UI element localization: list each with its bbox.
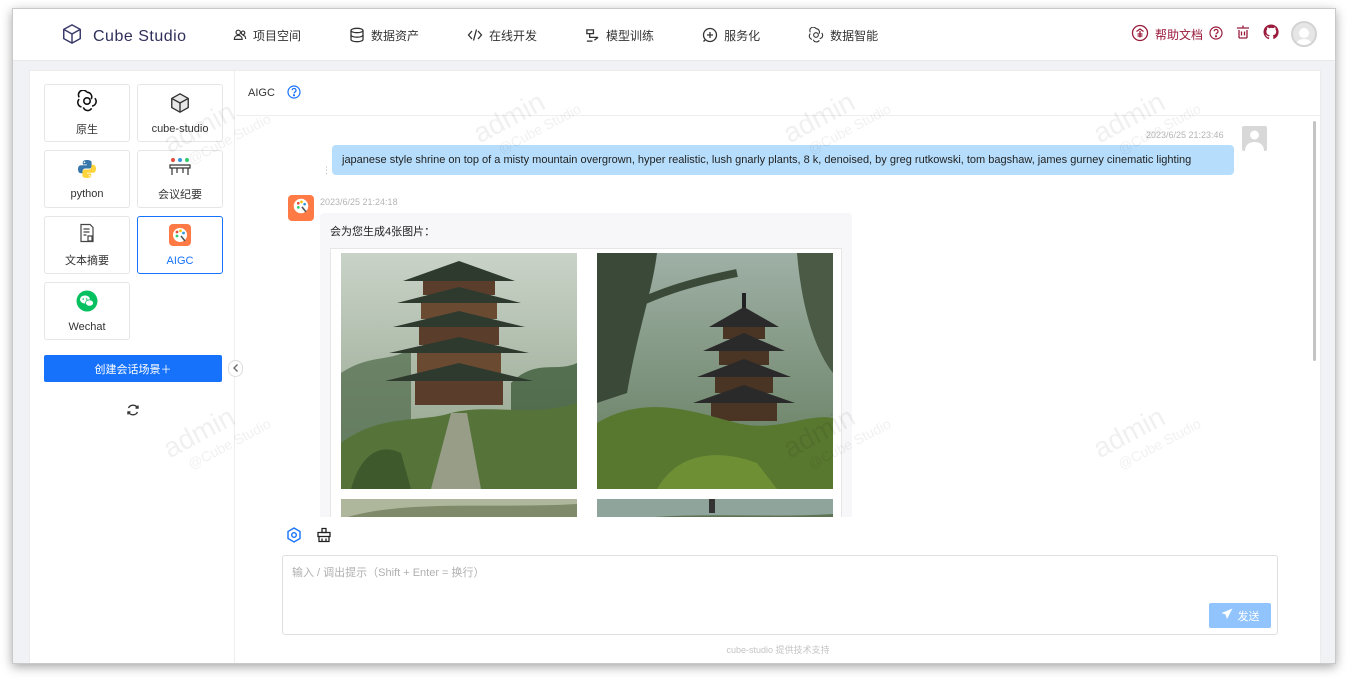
nav-item-model-training[interactable]: 模型训练 [585,27,654,44]
nav-item-label: 在线开发 [489,28,538,43]
user-message-text: japanese style shrine on top of a misty … [342,154,1192,166]
scene-cube-studio[interactable]: cube-studio [137,84,223,142]
chevron-left-icon [232,360,240,378]
brand-name: Cube Studio [93,27,187,45]
nav-item-online-dev[interactable]: 在线开发 [467,27,537,44]
scene-label: python [70,187,104,200]
help-docs-link[interactable]: 帮助文档 [1131,24,1223,45]
scene-sidebar: 原生 cube-studio python 会议纪要 文本摘要 AIGC Wec… [30,71,235,663]
chat-header: AIGC [236,71,1320,116]
help-icon[interactable] [287,84,301,102]
message-timestamp: 2023/6/25 21:24:18 [320,197,398,207]
nav-item-label: 数据智能 [830,28,879,43]
generated-image-2[interactable] [597,253,833,489]
scene-label: 文本摘要 [65,254,109,267]
message-composer: 发送 [282,555,1278,635]
team-icon [233,28,247,42]
nav-item-data-assets[interactable]: 数据资产 [349,27,419,44]
help-docs-label: 帮助文档 [1154,27,1203,42]
message-input[interactable] [283,556,1277,634]
app-window: Cube Studio 项目空间 数据资产 在线开发 模型训练 服务化 数据智能… [12,8,1336,664]
python-icon [77,159,97,182]
user-avatar[interactable] [1291,21,1317,47]
generated-image-grid [330,248,842,517]
nav-item-label: 模型训练 [606,28,655,43]
message-list[interactable]: 2023/6/25 21:23:46 japanese style shrine… [236,117,1320,517]
question-icon [1209,25,1223,43]
assistant-avatar [288,195,314,221]
scene-label: Wechat [68,320,106,333]
database-icon [349,27,365,43]
scene-meeting-minutes[interactable]: 会议纪要 [137,150,223,208]
assistant-message-text: 会为您生成4张图片： [330,226,436,238]
create-scene-button[interactable]: 创建会话场景＋ [44,355,222,382]
brand[interactable]: Cube Studio [61,23,187,50]
nav-item-label: 服务化 [724,28,761,43]
language-icon[interactable] [1235,24,1251,45]
footer-credit: cube-studio 提供技术支持 [726,645,830,655]
train-icon [585,28,600,43]
nav-menu: 项目空间 数据资产 在线开发 模型训练 服务化 数据智能 [233,9,926,61]
assistant-message-bubble: 会为您生成4张图片： [320,213,852,517]
document-icon [78,223,96,246]
composer-toolbar [286,527,332,548]
palette-icon [291,196,311,221]
service-icon [702,27,718,43]
send-icon [1221,608,1233,623]
scene-aigc[interactable]: AIGC [137,216,223,274]
message-scrollbar[interactable] [1313,121,1316,361]
top-navigation: Cube Studio 项目空间 数据资产 在线开发 模型训练 服务化 数据智能… [13,9,1335,61]
generated-image-4[interactable] [597,499,833,517]
scene-text-summary[interactable]: 文本摘要 [44,216,130,274]
nav-item-service[interactable]: 服务化 [702,27,760,44]
nav-right: 帮助文档 [1131,21,1317,47]
generated-image-3[interactable] [341,499,577,517]
scene-native[interactable]: 原生 [44,84,130,142]
main-panel: 原生 cube-studio python 会议纪要 文本摘要 AIGC Wec… [29,70,1321,663]
scene-label: 原生 [76,123,98,136]
scene-label: AIGC [166,254,194,267]
message-timestamp: 2023/6/25 21:23:46 [1146,130,1224,140]
nav-item-label: 项目空间 [253,28,302,43]
scene-label: cube-studio [151,122,209,135]
scene-wechat[interactable]: Wechat [44,282,130,340]
palette-icon [169,223,191,249]
send-label: 发送 [1237,610,1260,623]
scene-python[interactable]: python [44,150,130,208]
meeting-icon [168,157,192,180]
nav-item-label: 数据资产 [371,28,420,43]
refresh-icon[interactable] [126,403,140,422]
generated-image-1[interactable] [341,253,577,489]
wechat-icon [76,290,98,315]
scene-label: 会议纪要 [158,188,202,201]
chat-title: AIGC [248,87,275,99]
message-more-icon[interactable]: ⋮ [322,165,331,176]
openai-icon [76,88,98,115]
github-icon[interactable] [1263,23,1279,45]
code-icon [467,28,483,42]
clear-icon[interactable] [316,527,332,548]
nav-item-projects[interactable]: 项目空间 [233,27,301,44]
send-button[interactable]: 发送 [1209,603,1271,628]
user-message-bubble: japanese style shrine on top of a misty … [332,145,1234,175]
collapse-sidebar-button[interactable] [228,360,243,377]
settings-icon[interactable] [286,527,302,548]
coin-icon [1131,24,1149,45]
openai-icon [808,27,824,43]
user-message-avatar [1242,126,1267,151]
cube-icon [169,92,191,117]
nav-item-data-intelligence[interactable]: 数据智能 [808,27,878,44]
cube-logo-icon [61,23,83,50]
